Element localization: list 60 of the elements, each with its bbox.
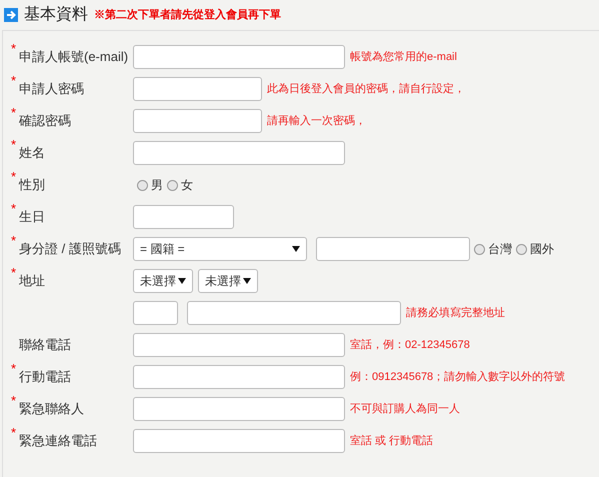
required-mark: * <box>11 426 18 440</box>
required-mark: * <box>11 362 18 376</box>
field-label: 申請人密碼 <box>19 80 84 98</box>
hint-text: 請再輸入一次密碼， <box>267 114 366 129</box>
input-field[interactable] <box>316 237 470 261</box>
notice-text: ※第二次下單者請先從登入會員再下單 <box>94 8 281 23</box>
field-label: 緊急聯絡人 <box>19 400 84 418</box>
radio-button[interactable] <box>137 180 148 190</box>
dropdown[interactable]: = 國籍 = <box>133 237 307 261</box>
caret-icon <box>243 278 251 284</box>
required-mark: * <box>11 234 18 248</box>
required-mark: * <box>11 106 18 120</box>
radio-label: 女 <box>181 177 193 194</box>
input-field[interactable] <box>133 333 345 357</box>
radio-label: 台灣 <box>488 241 512 258</box>
required-mark: * <box>11 42 18 56</box>
radio-button[interactable] <box>474 244 485 254</box>
dropdown[interactable]: 未選擇 <box>198 269 258 293</box>
radio-label: 男 <box>151 177 163 194</box>
hint-text: 室話，例：02-12345678 <box>350 338 470 353</box>
hint-text: 帳號為您常用的e-mail <box>350 50 457 65</box>
required-mark: * <box>11 170 18 184</box>
input-field[interactable] <box>133 429 345 453</box>
arrow-icon <box>4 8 18 22</box>
field-label: 身分證 / 護照號碼 <box>19 240 121 258</box>
dropdown[interactable]: 未選擇 <box>133 269 193 293</box>
radio-button[interactable] <box>516 244 527 254</box>
radio-button[interactable] <box>167 180 178 190</box>
input-field[interactable] <box>133 77 262 101</box>
required-mark: * <box>11 74 18 88</box>
field-label: 申請人帳號(e-mail) <box>19 48 128 66</box>
required-mark: * <box>11 394 18 408</box>
field-label: 地址 <box>19 272 45 290</box>
section-title: 基本資料 <box>24 4 88 25</box>
caret-icon <box>292 246 300 252</box>
radio-label: 國外 <box>530 241 554 258</box>
hint-text: 室話 或 行動電話 <box>350 434 434 449</box>
required-mark: * <box>11 266 18 280</box>
input-field[interactable] <box>133 205 234 229</box>
hint-text: 不可與訂購人為同一人 <box>350 402 460 417</box>
input-field[interactable] <box>133 45 345 69</box>
required-mark: * <box>11 202 18 216</box>
field-label: 姓名 <box>19 144 45 162</box>
hint-text: 此為日後登入會員的密碼，請自行設定， <box>267 82 465 97</box>
input-field[interactable] <box>133 301 178 325</box>
hint-text: 例：0912345678；請勿輸入數字以外的符號 <box>350 370 566 385</box>
field-label: 行動電話 <box>19 368 71 386</box>
input-field[interactable] <box>133 109 262 133</box>
caret-icon <box>178 278 186 284</box>
field-label: 生日 <box>19 208 45 226</box>
input-field[interactable] <box>133 141 345 165</box>
field-label: 緊急連絡電話 <box>19 432 97 450</box>
required-mark: * <box>11 138 18 152</box>
field-label: 確認密碼 <box>19 112 71 130</box>
input-field[interactable] <box>187 301 401 325</box>
input-field[interactable] <box>133 365 345 389</box>
field-label: 性別 <box>19 176 45 194</box>
field-label: 聯絡電話 <box>19 336 71 354</box>
input-field[interactable] <box>133 397 345 421</box>
hint-text: 請務必填寫完整地址 <box>406 306 505 321</box>
